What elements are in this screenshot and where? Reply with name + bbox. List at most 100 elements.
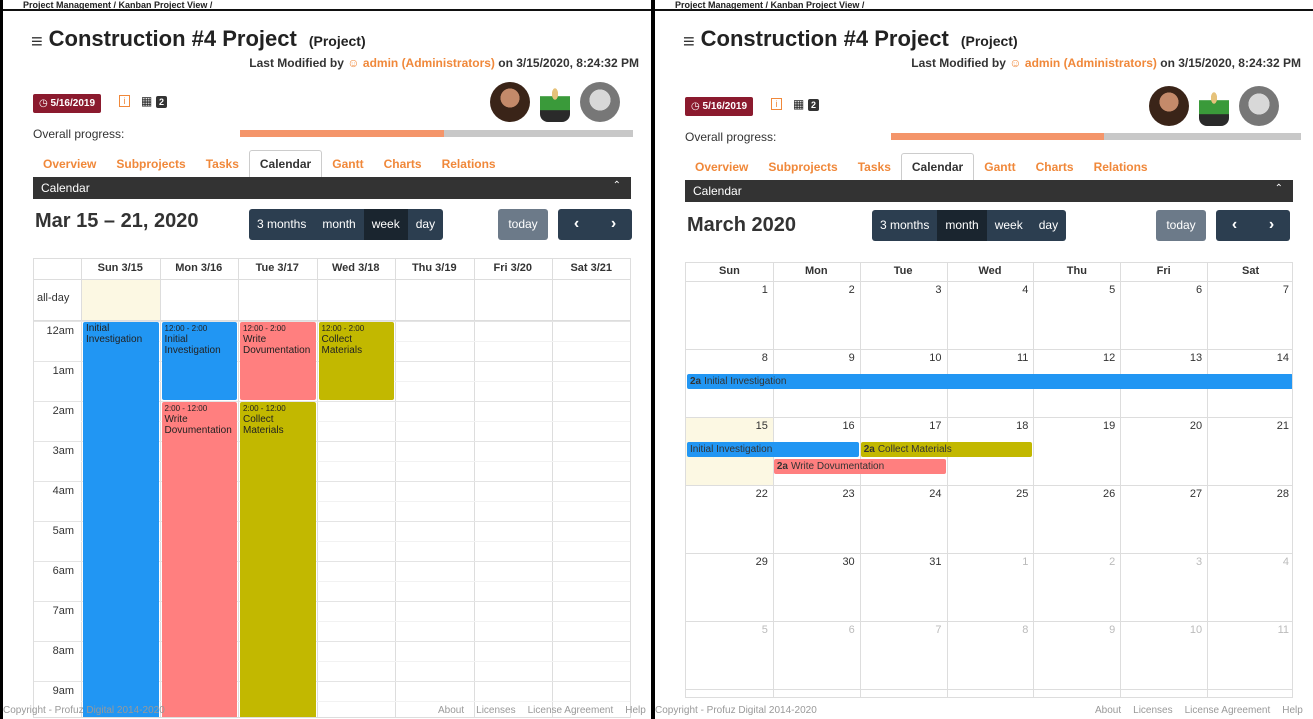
day-number[interactable]: 30	[773, 556, 854, 568]
day-number[interactable]: 18	[947, 420, 1028, 432]
day-number[interactable]: 28	[1207, 488, 1289, 500]
avatar[interactable]	[1239, 86, 1279, 126]
next-chevron-icon[interactable]: ›	[595, 209, 632, 240]
tab-tasks[interactable]: Tasks	[196, 151, 249, 177]
day-number[interactable]: 6	[773, 624, 855, 636]
day-number[interactable]: 4	[947, 284, 1028, 296]
calendar-event[interactable]: Initial Investigation	[83, 322, 159, 717]
day-number[interactable]: 3	[860, 284, 941, 296]
day-number[interactable]: 7	[860, 624, 941, 636]
calendar-event[interactable]: 12:00 - 2:00 Collect Materials	[318, 322, 394, 400]
prev-chevron-icon[interactable]: ‹	[1216, 210, 1253, 241]
list-filter-icon[interactable]: ≡	[31, 31, 43, 54]
collapse-chevron-icon[interactable]: ⌃	[613, 180, 621, 191]
day-number[interactable]: 15	[686, 420, 768, 432]
due-date-badge[interactable]: ◷ 5/16/2019	[685, 97, 754, 116]
tab-gantt[interactable]: Gantt	[322, 151, 373, 177]
calendar-event[interactable]: 2a Initial Investigation	[687, 374, 1292, 389]
list-filter-icon[interactable]: ≡	[683, 31, 695, 54]
footer-link-license-agreement[interactable]: License Agreement	[1185, 705, 1271, 716]
calendar-event[interactable]: Initial Investigation	[687, 442, 859, 457]
day-number[interactable]: 20	[1120, 420, 1202, 432]
view-week-button[interactable]: week	[363, 209, 408, 240]
day-number[interactable]: 17	[860, 420, 941, 432]
calendar-event[interactable]: 2:00 - 12:00 Collect Materials	[240, 402, 316, 717]
calendar-event[interactable]: 2:00 - 12:00 Write Dovumentation	[161, 402, 237, 717]
breadcrumb[interactable]: Project Management / Kanban Project View…	[23, 0, 212, 10]
tab-charts[interactable]: Charts	[1026, 154, 1084, 180]
day-number[interactable]: 10	[1120, 624, 1202, 636]
day-number[interactable]: 9	[1033, 624, 1115, 636]
footer-link-about[interactable]: About	[438, 705, 464, 716]
day-number[interactable]: 12	[1033, 352, 1115, 364]
day-number[interactable]: 26	[1033, 488, 1115, 500]
tab-overview[interactable]: Overview	[33, 151, 106, 177]
day-number[interactable]: 13	[1120, 352, 1202, 364]
view-month-button[interactable]: month	[314, 209, 364, 240]
day-number[interactable]: 10	[860, 352, 941, 364]
calendar-event[interactable]: 2a Write Dovumentation	[773, 459, 946, 474]
footer-link-help[interactable]: Help	[625, 705, 646, 716]
tab-calendar[interactable]: Calendar	[248, 150, 323, 177]
calendar-event[interactable]: 12:00 - 2:00 Initial Investigation	[161, 322, 237, 400]
tab-calendar[interactable]: Calendar	[900, 153, 975, 180]
day-number[interactable]: 14	[1207, 352, 1289, 364]
grid-icon[interactable]: ▦	[793, 97, 804, 111]
day-number[interactable]: 8	[947, 624, 1028, 636]
calendar-event[interactable]: 12:00 - 2:00 Write Dovumentation	[240, 322, 316, 400]
avatar[interactable]	[540, 82, 570, 122]
tab-relations[interactable]: Relations	[432, 151, 506, 177]
tab-gantt[interactable]: Gantt	[974, 154, 1025, 180]
day-number[interactable]: 4	[1207, 556, 1289, 568]
day-number[interactable]: 11	[1207, 624, 1289, 636]
view-3-months-button[interactable]: 3 months	[872, 210, 938, 241]
next-chevron-icon[interactable]: ›	[1253, 210, 1290, 241]
breadcrumb[interactable]: Project Management / Kanban Project View…	[675, 0, 864, 10]
view-day-button[interactable]: day	[1030, 210, 1067, 241]
day-number[interactable]: 1	[686, 284, 768, 296]
footer-link-licenses[interactable]: Licenses	[476, 705, 515, 716]
day-number[interactable]: 3	[1120, 556, 1202, 568]
info-icon[interactable]: i	[771, 98, 782, 110]
day-number[interactable]: 25	[947, 488, 1028, 500]
modified-user-link[interactable]: admin (Administrators)	[363, 56, 495, 70]
day-number[interactable]: 8	[686, 352, 768, 364]
tab-overview[interactable]: Overview	[685, 154, 758, 180]
view-day-button[interactable]: day	[407, 209, 444, 240]
day-number[interactable]: 19	[1033, 420, 1115, 432]
collapse-chevron-icon[interactable]: ⌃	[1275, 183, 1283, 194]
day-number[interactable]: 5	[1033, 284, 1115, 296]
day-number[interactable]: 16	[773, 420, 854, 432]
tab-relations[interactable]: Relations	[1084, 154, 1158, 180]
prev-chevron-icon[interactable]: ‹	[558, 209, 595, 240]
calendar-event[interactable]: 2a Collect Materials	[860, 442, 1033, 457]
tab-tasks[interactable]: Tasks	[848, 154, 901, 180]
footer-link-license-agreement[interactable]: License Agreement	[528, 705, 614, 716]
avatar[interactable]	[1199, 86, 1229, 126]
avatar[interactable]	[580, 82, 620, 122]
view-week-button[interactable]: week	[986, 210, 1031, 241]
day-number[interactable]: 5	[686, 624, 768, 636]
day-number[interactable]: 31	[860, 556, 941, 568]
day-number[interactable]: 27	[1120, 488, 1202, 500]
footer-link-about[interactable]: About	[1095, 705, 1121, 716]
day-number[interactable]: 2	[1033, 556, 1115, 568]
today-button[interactable]: today	[498, 209, 548, 240]
day-number[interactable]: 6	[1120, 284, 1202, 296]
day-number[interactable]: 9	[773, 352, 855, 364]
grid-icon[interactable]: ▦	[141, 94, 152, 108]
day-number[interactable]: 24	[860, 488, 941, 500]
modified-user-link[interactable]: admin (Administrators)	[1025, 56, 1157, 70]
avatar[interactable]	[490, 82, 530, 122]
tab-subprojects[interactable]: Subprojects	[758, 154, 847, 180]
day-number[interactable]: 7	[1207, 284, 1289, 296]
day-number[interactable]: 23	[773, 488, 854, 500]
view-3-months-button[interactable]: 3 months	[249, 209, 315, 240]
tab-charts[interactable]: Charts	[374, 151, 432, 177]
day-number[interactable]: 21	[1207, 420, 1289, 432]
day-number[interactable]: 2	[773, 284, 855, 296]
day-number[interactable]: 11	[947, 352, 1028, 364]
due-date-badge[interactable]: ◷ 5/16/2019	[33, 94, 102, 113]
day-number[interactable]: 22	[686, 488, 768, 500]
avatar[interactable]	[1149, 86, 1189, 126]
